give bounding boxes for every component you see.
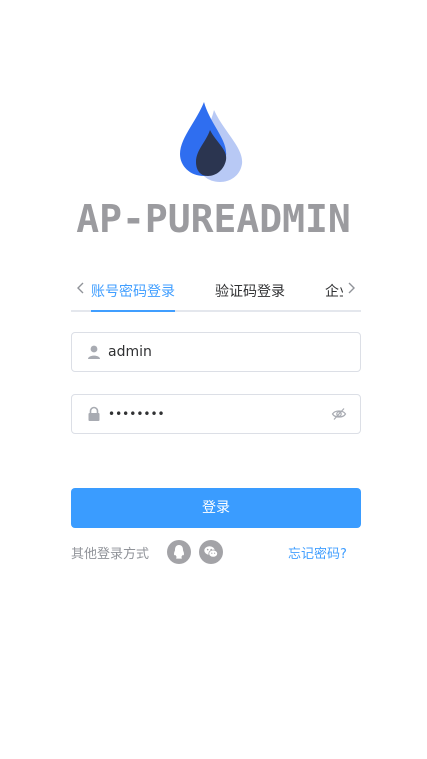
app-title: AP-PUREADMIN — [76, 197, 351, 241]
password-value[interactable]: •••••••• — [108, 406, 165, 422]
username-field[interactable]: admin — [71, 332, 361, 372]
username-value[interactable]: admin — [108, 344, 152, 360]
tab-sms-login[interactable]: 验证码登录 — [215, 281, 285, 301]
tab-password-login[interactable]: 账号密码登录 — [91, 281, 175, 301]
user-icon — [87, 344, 101, 360]
eye-off-icon[interactable] — [331, 406, 347, 422]
tab-scroll-right-icon[interactable] — [344, 280, 358, 296]
password-field[interactable]: •••••••• — [71, 394, 361, 434]
app-logo — [180, 102, 243, 182]
tab-wecom-login[interactable]: 企业微信登录 — [325, 281, 343, 301]
forgot-password-link[interactable]: 忘记密码? — [288, 543, 347, 562]
tab-viewport: 账号密码登录 验证码登录 企业微信登录 — [91, 270, 343, 310]
login-button[interactable]: 登录 — [71, 488, 361, 528]
login-tabs: 账号密码登录 验证码登录 企业微信登录 — [71, 270, 361, 312]
lock-icon — [87, 406, 101, 422]
other-login-label: 其他登录方式 — [71, 547, 150, 562]
qq-icon[interactable] — [167, 540, 191, 564]
tab-scroll-left-icon[interactable] — [74, 280, 88, 296]
tab-active-indicator — [91, 310, 175, 312]
wechat-icon[interactable] — [199, 540, 223, 564]
